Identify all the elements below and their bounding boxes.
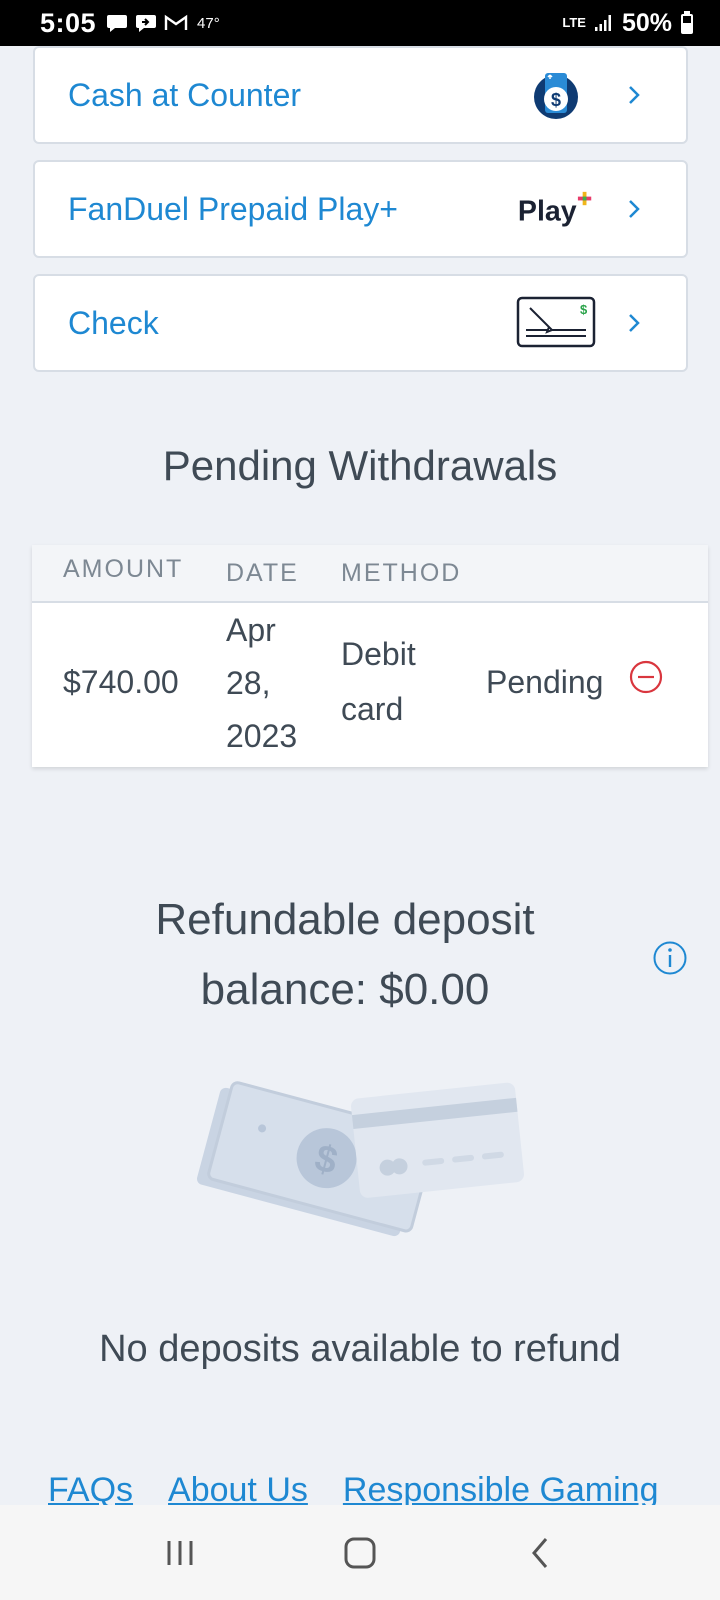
status-time: 5:05 <box>40 7 97 38</box>
no-deposits-message: No deposits available to refund <box>99 1328 621 1370</box>
play-plus-logo-icon: Play <box>516 179 596 239</box>
status-temperature: 47° <box>197 14 220 32</box>
gmail-icon <box>164 14 188 30</box>
pending-withdrawals-title: Pending Withdrawals <box>162 442 558 489</box>
table-row: $740.00 Apr 28, 2023 Debit card Pending <box>32 603 708 767</box>
chevron-right-icon <box>616 305 652 341</box>
footer-links: FAQs About Us Responsible Gaming <box>0 1475 720 1505</box>
back-icon <box>532 1537 548 1568</box>
withdrawal-amount: $740.00 <box>63 664 179 700</box>
svg-text:$: $ <box>551 90 561 110</box>
pending-withdrawals-table: AMOUNT DATE METHOD $740.00 Apr 28, 2023 … <box>32 545 708 767</box>
method-fanduel-prepaid[interactable]: FanDuel Prepaid Play+ Play <box>33 160 688 258</box>
signal-icon <box>594 15 611 31</box>
status-network: LTE <box>562 15 586 30</box>
notification-icons: 47° <box>106 13 220 33</box>
status-right: LTE 50% <box>562 9 694 38</box>
column-header-amount: AMOUNT <box>63 555 184 583</box>
footer-link-responsible-gaming[interactable]: Responsible Gaming <box>343 1475 659 1505</box>
withdrawal-date-year: 2023 <box>226 718 298 754</box>
refundable-balance-title: Refundable deposit balance: $0.00 <box>80 885 610 1025</box>
chat-forward-icon <box>136 15 157 32</box>
info-icon[interactable] <box>652 940 688 981</box>
chevron-right-icon <box>616 191 652 227</box>
method-label: FanDuel Prepaid Play+ <box>68 190 398 227</box>
status-bar: 5:05 47° LTE 50% <box>0 0 720 46</box>
column-header-date: DATE <box>226 559 299 587</box>
message-icon <box>107 15 128 32</box>
back-button[interactable] <box>510 1523 570 1583</box>
battery-icon <box>681 11 693 34</box>
svg-text:Play: Play <box>518 195 577 227</box>
method-cash-at-counter[interactable]: Cash at Counter $ <box>33 46 688 144</box>
recent-apps-icon <box>167 1540 193 1565</box>
method-label: Cash at Counter <box>68 76 302 113</box>
withdrawal-method-line2: card <box>341 691 404 727</box>
recent-apps-button[interactable] <box>150 1523 210 1583</box>
check-icon: $ <box>516 293 596 353</box>
home-button[interactable] <box>330 1523 390 1583</box>
table-header: AMOUNT DATE METHOD <box>32 545 708 603</box>
method-label: Check <box>68 304 159 341</box>
withdrawal-date-month: Apr <box>226 612 276 648</box>
money-illustration-icon: $ <box>180 1080 540 1245</box>
withdrawal-method-line1: Debit <box>341 636 416 672</box>
method-check[interactable]: Check $ <box>33 274 688 372</box>
cash-at-counter-icon: $ <box>516 65 596 125</box>
footer-link-faqs[interactable]: FAQs <box>48 1475 133 1505</box>
refundable-balance-line1: Refundable deposit <box>155 895 535 944</box>
home-icon <box>344 1537 376 1568</box>
refundable-balance-line2: balance: $0.00 <box>200 965 490 1014</box>
chevron-right-icon <box>616 77 652 113</box>
status-battery: 50% <box>621 8 672 37</box>
withdrawal-status: Pending <box>486 664 604 700</box>
svg-text:$: $ <box>580 302 588 317</box>
withdrawal-date-day: 28, <box>226 665 271 701</box>
status-left: 5:05 47° <box>40 8 220 39</box>
column-header-method: METHOD <box>341 559 462 587</box>
cancel-withdrawal-icon[interactable] <box>628 659 664 700</box>
system-nav-bar <box>0 1505 720 1600</box>
footer-link-about-us[interactable]: About Us <box>168 1475 308 1505</box>
